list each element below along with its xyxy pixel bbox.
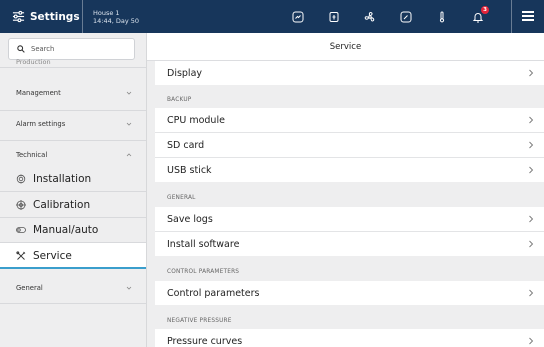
house-name: House 1 [93, 8, 120, 17]
chevron-right-icon [529, 69, 534, 77]
house-info[interactable]: House 1 14:44, Day 50 [83, 9, 139, 25]
sidebar-section-management[interactable]: Management [0, 81, 146, 105]
menu-row-label: Display [167, 67, 203, 79]
house-time: 14:44, Day 50 [93, 16, 140, 25]
calibration-icon [16, 199, 26, 210]
sidebar-section-alarm-settings[interactable]: Alarm settings [0, 112, 146, 136]
menu-row-label: Install software [167, 238, 240, 250]
menu-row-save-logs[interactable]: Save logs [155, 207, 544, 231]
sidebar-item-manual-auto[interactable]: Manual/auto [0, 217, 146, 242]
sidebar-section-technical[interactable]: Technical [0, 143, 146, 167]
sidebar-item-installation[interactable]: Installation [0, 166, 146, 191]
menu-row-label: SD card [167, 139, 205, 151]
chevron-right-icon [529, 116, 534, 124]
settings-menu-button[interactable]: Settings [0, 0, 82, 33]
menu-row-control-parameters[interactable]: Control parameters [155, 281, 544, 305]
active-item-indicator [0, 267, 146, 269]
installation-icon [16, 174, 26, 183]
sidebar-section-label: General [16, 284, 43, 292]
chevron-down-icon [126, 122, 132, 126]
chevron-right-icon [529, 215, 534, 223]
main-panel: Service Display BACKUP CPU module SD car… [147, 33, 544, 347]
group-header-backup: BACKUP [167, 97, 192, 103]
menu-row-cpu-module[interactable]: CPU module [155, 108, 544, 132]
alarm-count-badge: 3 [481, 5, 489, 14]
page-title: Service [147, 33, 544, 61]
status-icon-bar: 3 [290, 0, 489, 33]
sidebar-section-label: Technical [16, 151, 48, 159]
sidebar-divider [0, 67, 146, 68]
settings-title: Settings [30, 10, 80, 23]
thermometer-icon[interactable] [434, 9, 450, 25]
top-bar: Settings House 1 14:44, Day 50 3 [0, 0, 544, 33]
menu-row-sd-card[interactable]: SD card [155, 133, 544, 157]
menu-row-label: USB stick [167, 164, 212, 176]
sidebar: Production Management Alarm settings Tec… [0, 33, 147, 347]
status-icon[interactable] [290, 9, 306, 25]
toggle-icon [16, 226, 26, 233]
sidebar-divider [0, 110, 146, 111]
sidebar-item-label: Calibration [33, 198, 91, 211]
menu-row-label: Pressure curves [167, 335, 243, 347]
tools-icon [16, 250, 26, 260]
sidebar-item-label: Installation [33, 172, 92, 185]
menu-row-usb-stick[interactable]: USB stick [155, 158, 544, 182]
silo-icon[interactable] [326, 9, 342, 25]
sidebar-divider [0, 303, 146, 304]
chevron-right-icon [529, 289, 534, 297]
fan-icon[interactable] [362, 9, 378, 25]
menu-row-label: Control parameters [167, 287, 260, 299]
sidebar-section-label: Management [16, 89, 61, 97]
sidebar-item-label: Manual/auto [33, 223, 99, 236]
chevron-down-icon [126, 286, 132, 290]
chevron-right-icon [529, 141, 534, 149]
hamburger-menu-icon[interactable] [520, 9, 536, 25]
topbar-divider [511, 0, 512, 33]
gauge-icon[interactable] [398, 9, 414, 25]
chevron-down-icon [126, 91, 132, 95]
chevron-up-icon [126, 153, 132, 157]
menu-row-install-software[interactable]: Install software [155, 232, 544, 256]
search-icon [17, 45, 25, 53]
search-box[interactable] [8, 38, 135, 60]
menu-row-display[interactable]: Display [155, 61, 544, 85]
sidebar-divider [0, 140, 146, 141]
search-input[interactable] [31, 45, 131, 53]
sidebar-section-label: Alarm settings [16, 120, 66, 128]
menu-row-label: Save logs [167, 213, 213, 225]
group-header-control-parameters: CONTROL PARAMETERS [167, 269, 240, 275]
group-header-negative-pressure: NEGATIVE PRESSURE [167, 318, 232, 324]
sidebar-item-label: Service [33, 249, 72, 262]
group-header-general: GENERAL [167, 195, 196, 201]
sliders-icon [12, 10, 25, 23]
chevron-right-icon [529, 166, 534, 174]
chevron-right-icon [529, 240, 534, 248]
sidebar-section-general[interactable]: General [0, 276, 146, 300]
menu-row-pressure-curves[interactable]: Pressure curves [155, 329, 544, 347]
chevron-right-icon [529, 337, 534, 345]
sidebar-item-service[interactable]: Service [0, 243, 146, 268]
bell-icon[interactable]: 3 [470, 5, 489, 25]
sidebar-section-production[interactable]: Production [16, 58, 51, 66]
menu-row-label: CPU module [167, 114, 225, 126]
sidebar-item-calibration[interactable]: Calibration [0, 192, 146, 217]
